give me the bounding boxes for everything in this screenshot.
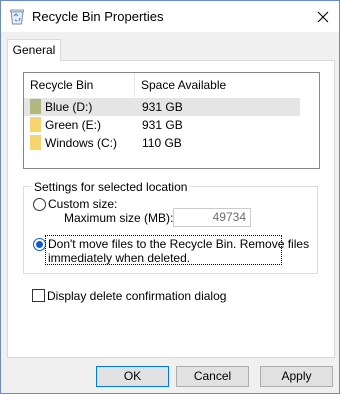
list-item-green[interactable]: Green (E:) 931 GB [24, 116, 300, 134]
title-bar[interactable]: Recycle Bin Properties [1, 1, 339, 32]
max-size-input[interactable]: 49734 [173, 208, 251, 227]
max-size-label: Maximum size (MB): [64, 211, 174, 225]
location-name: Green (E:) [45, 118, 102, 132]
recycle-bin-location-list[interactable]: Recycle Bin Location Space Available Blu… [23, 72, 320, 169]
settings-group-label: Settings for selected location [31, 180, 191, 194]
custom-size-label[interactable]: Custom size: [48, 197, 117, 211]
location-name: Windows (C:) [45, 136, 118, 150]
column-header-location[interactable]: Recycle Bin Location [24, 73, 134, 116]
drive-icon [30, 117, 41, 132]
properties-window: Recycle Bin Properties General Recycle B… [0, 0, 340, 394]
ok-button[interactable]: OK [96, 366, 169, 387]
window-title: Recycle Bin Properties [32, 9, 164, 24]
location-name: Blue (D:) [45, 100, 93, 114]
space-available: 931 GB [142, 100, 183, 114]
column-header-space[interactable]: Space Available [135, 73, 285, 97]
list-item-windows[interactable]: Windows (C:) 110 GB [24, 134, 300, 152]
recycle-bin-icon [10, 9, 24, 25]
cancel-button[interactable]: Cancel [176, 366, 249, 387]
close-button[interactable] [307, 1, 339, 32]
custom-size-radio[interactable] [33, 198, 46, 211]
apply-button[interactable]: Apply [260, 366, 333, 387]
dont-move-files-label-line2[interactable]: immediately when deleted. [48, 251, 190, 265]
list-item-blue[interactable]: Blue (D:) 931 GB [24, 98, 300, 116]
delete-confirmation-checkbox[interactable] [32, 289, 45, 302]
dont-move-files-label-line1[interactable]: Don't move files to the Recycle Bin. Rem… [48, 237, 309, 251]
close-icon [317, 11, 329, 22]
space-available: 931 GB [142, 118, 183, 132]
tab-general[interactable]: General [7, 39, 61, 61]
drive-icon [30, 135, 41, 150]
delete-confirmation-label[interactable]: Display delete confirmation dialog [47, 289, 226, 303]
list-header: Recycle Bin Location Space Available [24, 73, 319, 116]
drive-icon [30, 99, 41, 114]
space-available: 110 GB [142, 136, 182, 150]
